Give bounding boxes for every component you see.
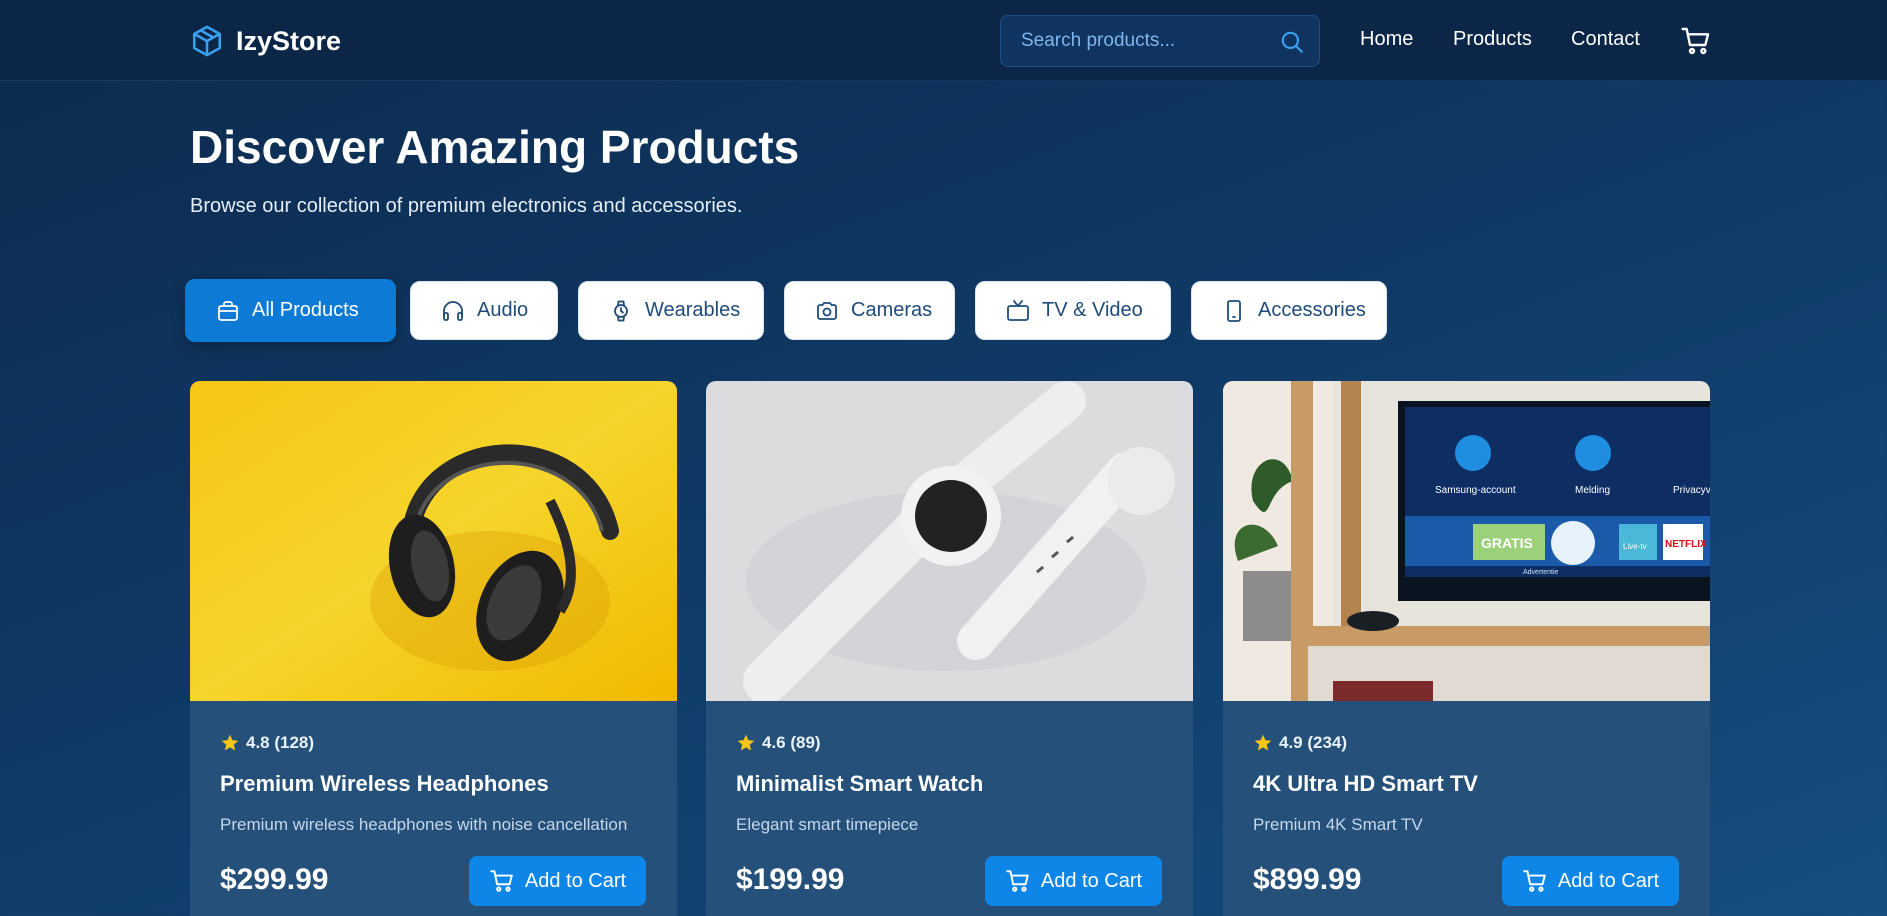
add-to-cart-label: Add to Cart [1040, 869, 1143, 892]
product-price: $299.99 [220, 863, 329, 896]
star-icon [1254, 734, 1272, 751]
headphones-photo[interactable] [190, 381, 677, 701]
category-wearables[interactable]: Wearables [578, 281, 764, 340]
nav-home-link[interactable]: Home [1360, 28, 1413, 51]
star-icon [737, 734, 755, 751]
category-label: All Products [252, 299, 359, 321]
add-to-cart-button[interactable]: Add to Cart [1502, 856, 1679, 906]
logo-text: IzyStore [236, 25, 342, 56]
camera-icon [817, 301, 837, 320]
tv-privacy-label: Privacyv [1673, 485, 1710, 496]
product-rating: 4.9 (234) [1253, 733, 1347, 753]
rating-text: 4.9 (234) [1279, 733, 1348, 752]
category-label: Audio [477, 299, 529, 321]
tv-promo-caption: Advertentie [1523, 569, 1559, 576]
add-to-cart-button[interactable]: Add to Cart [985, 856, 1162, 906]
category-cameras[interactable]: Cameras [784, 281, 955, 340]
smart-tv-photo[interactable]: Samsung-account Melding Privacyv GRATIS … [1223, 381, 1710, 701]
tv-promo-label: GRATIS [1481, 535, 1533, 551]
product-card[interactable]: Samsung-account Melding Privacyv GRATIS … [1223, 381, 1710, 916]
tv-notice-label: Melding [1575, 485, 1610, 496]
category-all-products[interactable]: All Products [185, 279, 396, 342]
page-title: Discover Amazing Products [190, 121, 800, 173]
watch-icon [614, 300, 628, 321]
headphones-icon [443, 300, 463, 321]
page-subtitle: Browse our collection of premium electro… [190, 195, 743, 217]
category-label: Cameras [851, 299, 933, 321]
nav-contact-link[interactable]: Contact [1571, 28, 1640, 51]
category-label: Accessories [1258, 299, 1366, 321]
product-description: Premium wireless headphones with noise c… [220, 815, 628, 834]
tv-icon [1007, 299, 1029, 321]
add-to-cart-label: Add to Cart [1557, 869, 1660, 892]
product-rating: 4.8 (128) [220, 733, 314, 753]
search-input[interactable] [1001, 16, 1271, 66]
star-icon [221, 734, 239, 751]
logo[interactable]: IzyStore [190, 24, 341, 58]
category-tv-video[interactable]: TV & Video [975, 281, 1171, 340]
category-label: Wearables [645, 299, 741, 321]
product-title[interactable]: Minimalist Smart Watch [736, 771, 983, 797]
product-title[interactable]: Premium Wireless Headphones [220, 771, 549, 797]
product-card[interactable]: 4.6 (89) Minimalist Smart Watch Elegant … [706, 381, 1193, 916]
search-box [1000, 15, 1320, 67]
tv-account-label: Samsung-account [1435, 485, 1516, 496]
product-description: Elegant smart timepiece [736, 815, 919, 834]
phone-icon [1227, 299, 1241, 322]
cart-icon [1523, 870, 1546, 892]
rating-text: 4.6 (89) [762, 733, 821, 752]
tv-netflix-tile: NETFLIX [1665, 539, 1707, 550]
category-audio[interactable]: Audio [410, 281, 558, 340]
nav-products-link[interactable]: Products [1453, 28, 1532, 51]
product-price: $899.99 [1253, 863, 1362, 896]
cart-icon [1006, 870, 1029, 892]
bag-icon [218, 300, 238, 321]
top-navbar: IzyStore Home Products Contact [0, 0, 1887, 81]
smartwatch-photo[interactable] [706, 381, 1193, 701]
product-description: Premium 4K Smart TV [1253, 815, 1423, 834]
add-to-cart-button[interactable]: Add to Cart [469, 856, 646, 906]
search-icon[interactable] [1279, 29, 1305, 55]
category-label: TV & Video [1042, 299, 1143, 321]
product-card[interactable]: 4.8 (128) Premium Wireless Headphones Pr… [190, 381, 677, 916]
tv-live-tile: Live-tv [1623, 542, 1647, 551]
product-title[interactable]: 4K Ultra HD Smart TV [1253, 771, 1478, 797]
category-accessories[interactable]: Accessories [1191, 281, 1387, 340]
box-icon [192, 25, 222, 57]
cart-icon[interactable] [1680, 25, 1712, 57]
rating-text: 4.8 (128) [246, 733, 315, 752]
product-price: $199.99 [736, 863, 845, 896]
add-to-cart-label: Add to Cart [524, 869, 627, 892]
product-rating: 4.6 (89) [736, 733, 821, 753]
cart-icon [490, 870, 513, 892]
